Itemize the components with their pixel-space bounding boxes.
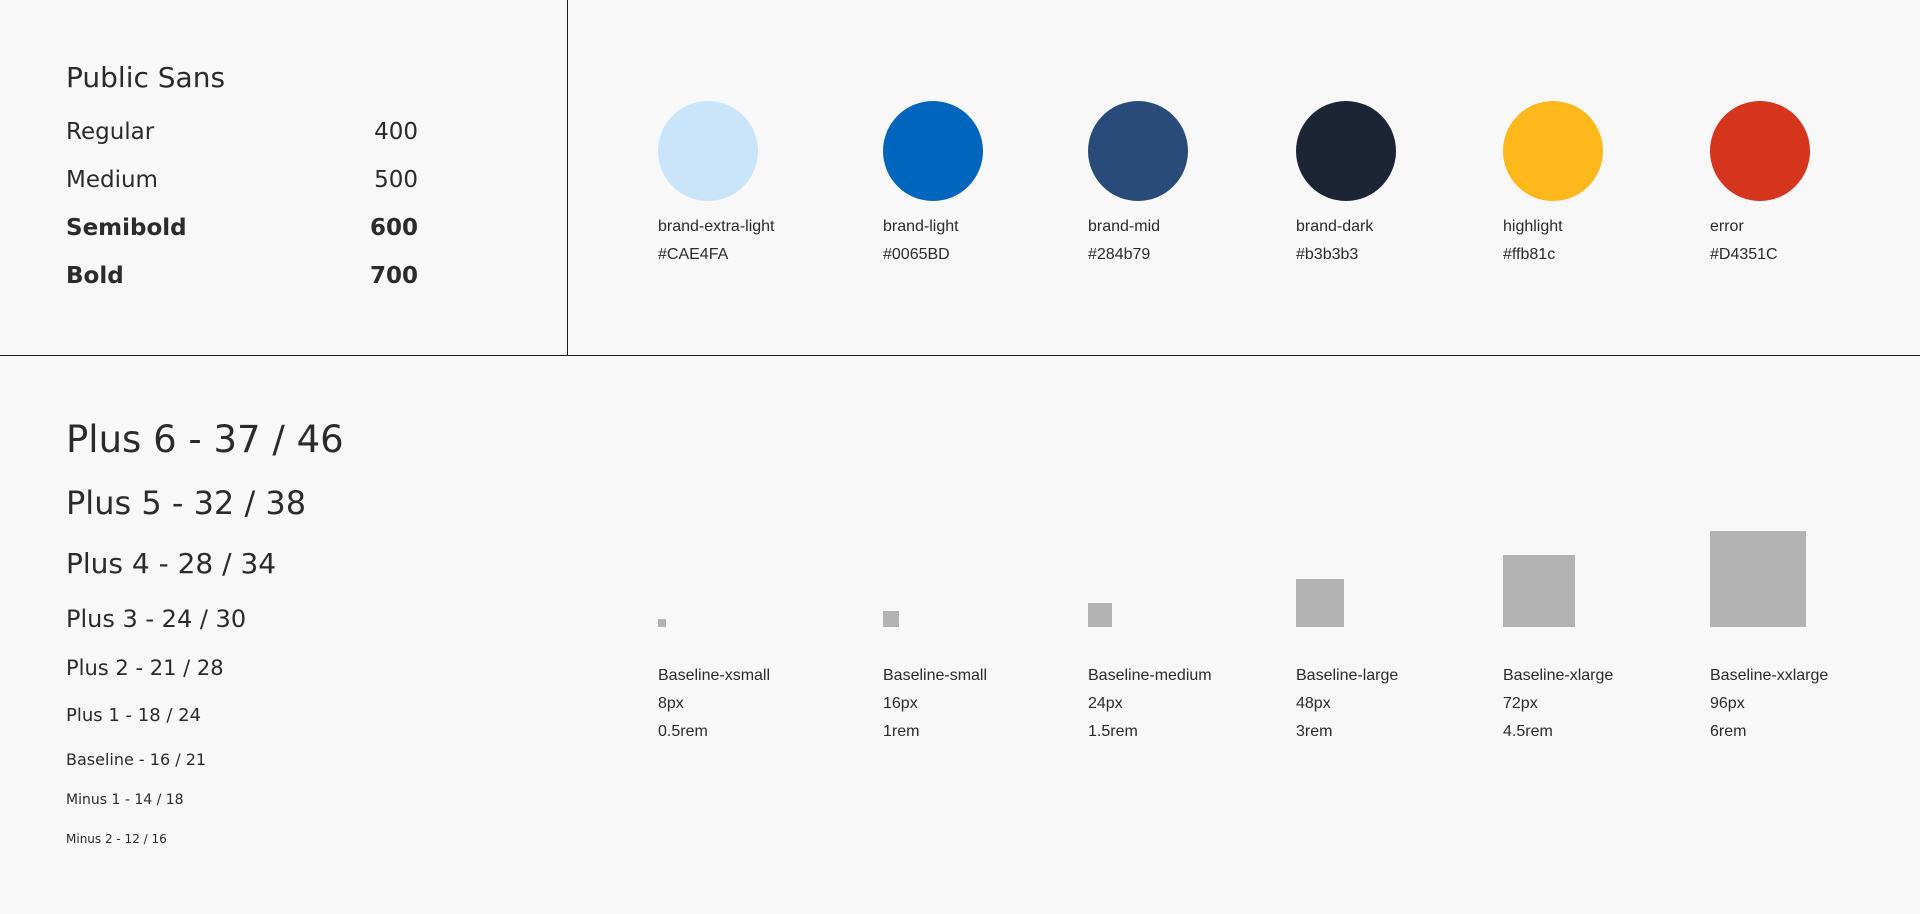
color-swatch-brand-light: brand-light #0065BD	[883, 101, 1058, 264]
spacing-box-small	[883, 611, 899, 627]
color-dot	[1296, 101, 1396, 201]
type-scale-plus-2: Plus 2 - 21 / 28	[66, 656, 224, 680]
spacing-box-large	[1296, 579, 1344, 627]
type-scale-plus-5: Plus 5 - 32 / 38	[66, 484, 307, 522]
spacing-px: 24px	[1088, 695, 1123, 712]
weight-name: Bold	[66, 263, 124, 289]
horizontal-divider	[0, 355, 1920, 356]
spacing-box-xlarge	[1503, 555, 1575, 627]
type-scale-baseline: Baseline - 16 / 21	[66, 750, 207, 769]
color-swatch-brand-dark: brand-dark #b3b3b3	[1296, 101, 1471, 264]
color-swatch-brand-extra-light: brand-extra-light #CAE4FA	[658, 101, 833, 264]
color-swatch-highlight: highlight #ffb81c	[1503, 101, 1678, 264]
color-hex: #b3b3b3	[1296, 246, 1359, 263]
color-dot	[883, 101, 983, 201]
weight-value: 600	[369, 215, 418, 241]
type-scale-minus-1: Minus 1 - 14 / 18	[66, 792, 184, 808]
spacing-rem: 4.5rem	[1503, 723, 1553, 740]
color-hex: #D4351C	[1710, 246, 1778, 263]
spacing-rem: 6rem	[1710, 723, 1747, 740]
color-dot	[1088, 101, 1188, 201]
weight-row-semibold: Semibold 600	[66, 215, 418, 241]
spacing-label-xsmall: Baseline-xsmall 8px 0.5rem	[658, 662, 858, 746]
type-scale-plus-4: Plus 4 - 28 / 34	[66, 547, 277, 580]
spacing-name: Baseline-small	[883, 667, 988, 684]
vertical-divider	[567, 0, 568, 356]
spacing-name: Baseline-xsmall	[658, 667, 771, 684]
color-hex: #ffb81c	[1503, 246, 1556, 263]
spacing-label-medium: Baseline-medium 24px 1.5rem	[1088, 662, 1288, 746]
color-name: brand-dark	[1296, 218, 1374, 235]
spacing-box-xxlarge	[1710, 531, 1806, 627]
color-swatch-brand-mid: brand-mid #284b79	[1088, 101, 1263, 264]
weight-value: 500	[374, 167, 418, 193]
spacing-label-small: Baseline-small 16px 1rem	[883, 662, 1083, 746]
spacing-name: Baseline-medium	[1088, 667, 1212, 684]
spacing-label-large: Baseline-large 48px 3rem	[1296, 662, 1496, 746]
spacing-label-xlarge: Baseline-xlarge 72px 4.5rem	[1503, 662, 1703, 746]
type-scale-plus-6: Plus 6 - 37 / 46	[66, 418, 344, 461]
color-dot	[1503, 101, 1603, 201]
spacing-rem: 1rem	[883, 723, 920, 740]
weight-row-medium: Medium 500	[66, 167, 418, 193]
spacing-name: Baseline-xlarge	[1503, 667, 1614, 684]
font-family-title: Public Sans	[66, 61, 226, 94]
color-dot	[658, 101, 758, 201]
spacing-px: 96px	[1710, 695, 1745, 712]
spacing-px: 16px	[883, 695, 918, 712]
spacing-px: 8px	[658, 695, 684, 712]
color-swatch-error: error #D4351C	[1710, 101, 1885, 264]
color-name: highlight	[1503, 218, 1563, 235]
weight-row-regular: Regular 400	[66, 119, 418, 145]
weight-value: 700	[369, 263, 418, 289]
weight-name: Regular	[66, 119, 155, 145]
spacing-rem: 1.5rem	[1088, 723, 1138, 740]
color-name: brand-mid	[1088, 218, 1161, 235]
color-name: brand-extra-light	[658, 218, 775, 235]
weight-name: Semibold	[66, 215, 187, 241]
weight-row-bold: Bold 700	[66, 263, 418, 289]
spacing-px: 48px	[1296, 695, 1331, 712]
color-name: error	[1710, 218, 1744, 235]
spacing-box-medium	[1088, 603, 1112, 627]
spacing-name: Baseline-large	[1296, 667, 1399, 684]
spacing-box-xsmall	[658, 619, 666, 627]
color-name: brand-light	[883, 218, 959, 235]
type-scale-plus-1: Plus 1 - 18 / 24	[66, 705, 202, 726]
color-hex: #0065BD	[883, 246, 950, 263]
spacing-px: 72px	[1503, 695, 1538, 712]
type-scale-minus-2: Minus 2 - 12 / 16	[66, 832, 167, 846]
type-scale-plus-3: Plus 3 - 24 / 30	[66, 605, 247, 633]
spacing-name: Baseline-xxlarge	[1710, 667, 1829, 684]
color-hex: #284b79	[1088, 246, 1151, 263]
color-dot	[1710, 101, 1810, 201]
spacing-rem: 3rem	[1296, 723, 1333, 740]
spacing-rem: 0.5rem	[658, 723, 708, 740]
spacing-label-xxlarge: Baseline-xxlarge 96px 6rem	[1710, 662, 1910, 746]
weight-value: 400	[374, 119, 418, 145]
color-hex: #CAE4FA	[658, 246, 729, 263]
weight-name: Medium	[66, 167, 158, 193]
